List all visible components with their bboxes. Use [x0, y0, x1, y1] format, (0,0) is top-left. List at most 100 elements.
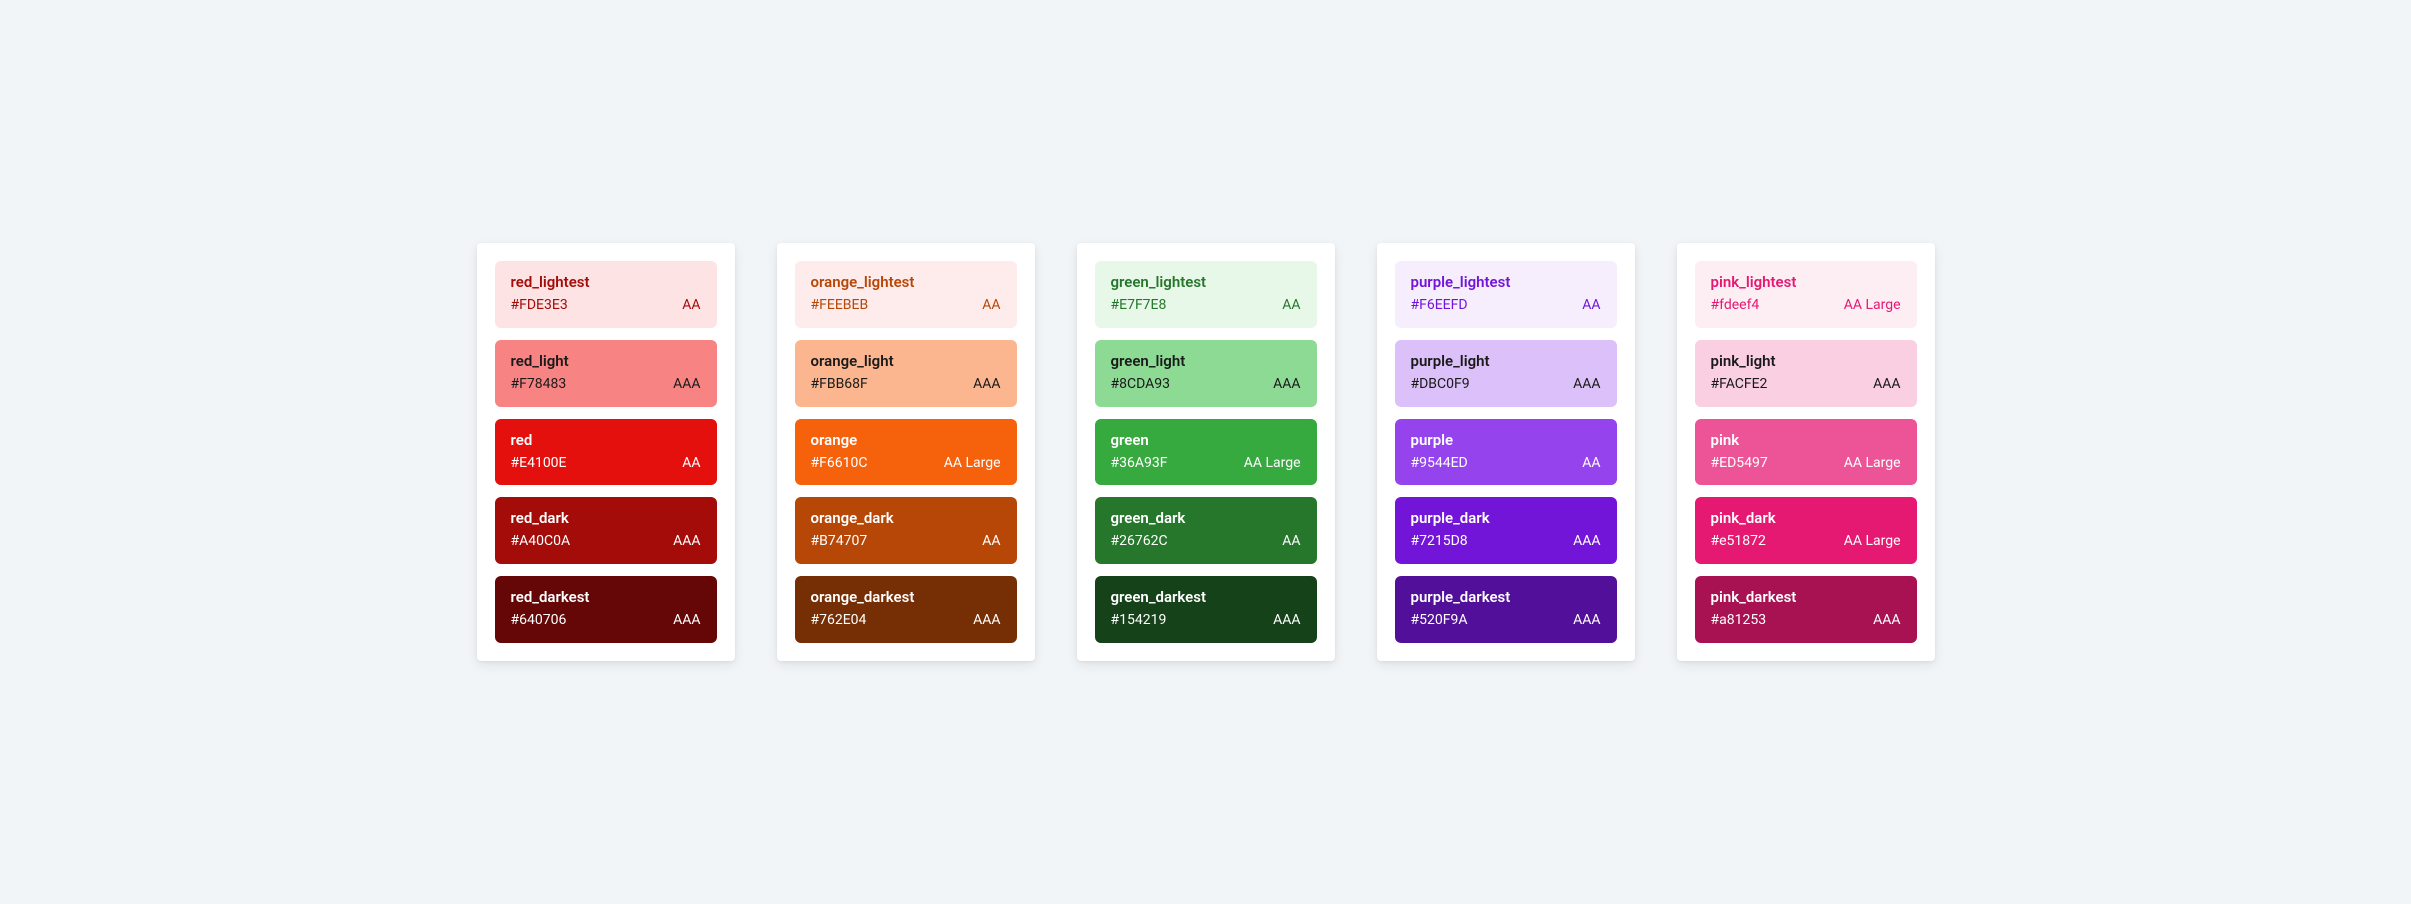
palette-card: purple_lightest#F6EEFDAApurple_light#DBC… — [1377, 243, 1635, 661]
swatch-meta-row: #26762CAA — [1111, 533, 1301, 550]
swatch-hex: #fdeef4 — [1711, 297, 1760, 314]
swatch-name: purple_darkest — [1411, 588, 1601, 606]
swatch-contrast-rating: AA Large — [1244, 455, 1301, 472]
color-swatch: orange_light #FBB68F AAA — [795, 340, 1017, 407]
swatch-meta-row: #DBC0F9AAA — [1411, 376, 1601, 393]
swatch-meta-row: #36A93F AA Large — [1111, 455, 1301, 472]
color-swatch: green_dark #26762CAA — [1095, 497, 1317, 564]
swatch-meta-row: #E7F7E8 AA — [1111, 297, 1301, 314]
color-swatch: green_darkest#154219AAA — [1095, 576, 1317, 643]
swatch-name: red_light — [511, 352, 701, 370]
color-swatch: green_light #8CDA93 AAA — [1095, 340, 1317, 407]
palette-card: orange_lightest #FEEBEB AA orange_light #FBB… — [777, 243, 1035, 661]
swatch-contrast-rating: AA Large — [1844, 455, 1901, 472]
swatch-name: pink_darkest — [1711, 588, 1901, 606]
swatch-name: green_darkest — [1111, 588, 1301, 606]
swatch-name: green_dark — [1111, 509, 1301, 527]
swatch-hex: #8CDA93 — [1111, 376, 1171, 393]
swatch-contrast-rating: AA — [1282, 297, 1300, 314]
swatch-meta-row: #fdeef4 AA Large — [1711, 297, 1901, 314]
swatch-contrast-rating: AA Large — [1844, 533, 1901, 550]
swatch-contrast-rating: AA — [682, 297, 700, 314]
swatch-contrast-rating: AAA — [1273, 376, 1300, 393]
swatch-hex: #E7F7E8 — [1111, 297, 1167, 314]
swatch-name: pink_dark — [1711, 509, 1901, 527]
swatch-name: pink_lightest — [1711, 273, 1901, 291]
swatch-name: pink_light — [1711, 352, 1901, 370]
swatch-meta-row: #762E04AAA — [811, 612, 1001, 629]
swatch-meta-row: #F78483 AAA — [511, 376, 701, 393]
palette-card: red_lightest#FDE3E3AAred_light#F78483AAA… — [477, 243, 735, 661]
swatch-contrast-rating: AAA — [1873, 376, 1900, 393]
color-swatch: purple #9544EDAA — [1395, 419, 1617, 486]
swatch-meta-row: #E4100EAA — [511, 455, 701, 472]
swatch-name: purple_light — [1411, 352, 1601, 370]
swatch-contrast-rating: AA — [1582, 297, 1600, 314]
swatch-meta-row: #9544EDAA — [1411, 455, 1601, 472]
swatch-meta-row: #FEEBEB AA — [811, 297, 1001, 314]
swatch-contrast-rating: AA — [982, 297, 1000, 314]
swatch-contrast-rating: AAA — [1573, 376, 1600, 393]
swatch-hex: #E4100E — [511, 455, 567, 472]
swatch-name: green_light — [1111, 352, 1301, 370]
swatch-meta-row: #B74707AA — [811, 533, 1001, 550]
swatch-contrast-rating: AAA — [1273, 612, 1300, 629]
color-swatch: pink_light #FACFE2 AAA — [1695, 340, 1917, 407]
swatch-hex: #FEEBEB — [811, 297, 869, 314]
color-swatch: purple_light #DBC0F9AAA — [1395, 340, 1617, 407]
swatch-hex: #F78483 — [511, 376, 567, 393]
color-swatch: red_light #F78483 AAA — [495, 340, 717, 407]
swatch-name: green — [1111, 431, 1301, 449]
swatch-meta-row: #640706AAA — [511, 612, 701, 629]
swatch-contrast-rating: AA Large — [944, 455, 1001, 472]
swatch-contrast-rating: AAA — [673, 376, 700, 393]
swatch-hex: #FBB68F — [811, 376, 868, 393]
color-swatch: pink_lightest #fdeef4 AA Large — [1695, 261, 1917, 328]
swatch-name: purple — [1411, 431, 1601, 449]
swatch-contrast-rating: AAA — [673, 533, 700, 550]
swatch-name: pink — [1711, 431, 1901, 449]
swatch-meta-row: #ED5497AA Large — [1711, 455, 1901, 472]
color-swatch: green_lightest#E7F7E8AA — [1095, 261, 1317, 328]
swatch-name: orange_light — [811, 352, 1001, 370]
swatch-hex: #7215D8 — [1411, 533, 1468, 550]
swatch-hex: #36A93F — [1111, 455, 1168, 472]
swatch-meta-row: #F6EEFD AA — [1411, 297, 1601, 314]
palette-card: green_lightest#E7F7E8AAgreen_light#8CDA9… — [1077, 243, 1335, 661]
swatch-meta-row: #520F9AAAA — [1411, 612, 1601, 629]
palette-card: pink_lightest #fdeef4 AA Large pink_light #F… — [1677, 243, 1935, 661]
swatch-contrast-rating: AA — [982, 533, 1000, 550]
color-swatch: red_darkest #640706AAA — [495, 576, 717, 643]
swatch-contrast-rating: AAA — [1873, 612, 1900, 629]
color-swatch: red_lightest #FDE3E3AA — [495, 261, 717, 328]
swatch-meta-row: #A40C0AAAA — [511, 533, 701, 550]
swatch-meta-row: #e51872AA Large — [1711, 533, 1901, 550]
swatch-meta-row: #7215D8AAA — [1411, 533, 1601, 550]
swatch-name: orange — [811, 431, 1001, 449]
color-swatch: red#E4100EAA — [495, 419, 717, 486]
swatch-hex: #FACFE2 — [1711, 376, 1768, 393]
swatch-contrast-rating: AAA — [973, 612, 1000, 629]
color-swatch: pink_dark #e51872AA Large — [1695, 497, 1917, 564]
swatch-meta-row: #F6610CAA Large — [811, 455, 1001, 472]
swatch-contrast-rating: AAA — [1573, 612, 1600, 629]
swatch-hex: #F6EEFD — [1411, 297, 1468, 314]
color-swatch: pink #ED5497AA Large — [1695, 419, 1917, 486]
swatch-name: orange_lightest — [811, 273, 1001, 291]
palette-groups: red_lightest#FDE3E3AAred_light#F78483AAA… — [477, 243, 1935, 661]
swatch-hex: #a81253 — [1711, 612, 1767, 629]
swatch-hex: #640706 — [511, 612, 567, 629]
swatch-contrast-rating: AAA — [973, 376, 1000, 393]
swatch-hex: #9544ED — [1411, 455, 1468, 472]
color-swatch: purple_darkest #520F9AAAA — [1395, 576, 1617, 643]
color-swatch: red_dark #A40C0AAAA — [495, 497, 717, 564]
swatch-meta-row: #FDE3E3AA — [511, 297, 701, 314]
swatch-meta-row: #FBB68F AAA — [811, 376, 1001, 393]
swatch-name: red_lightest — [511, 273, 701, 291]
swatch-name: red_dark — [511, 509, 701, 527]
swatch-name: red_darkest — [511, 588, 701, 606]
swatch-contrast-rating: AA Large — [1844, 297, 1901, 314]
swatch-contrast-rating: AA — [1282, 533, 1300, 550]
swatch-name: orange_darkest — [811, 588, 1001, 606]
color-swatch: purple_lightest#F6EEFDAA — [1395, 261, 1617, 328]
